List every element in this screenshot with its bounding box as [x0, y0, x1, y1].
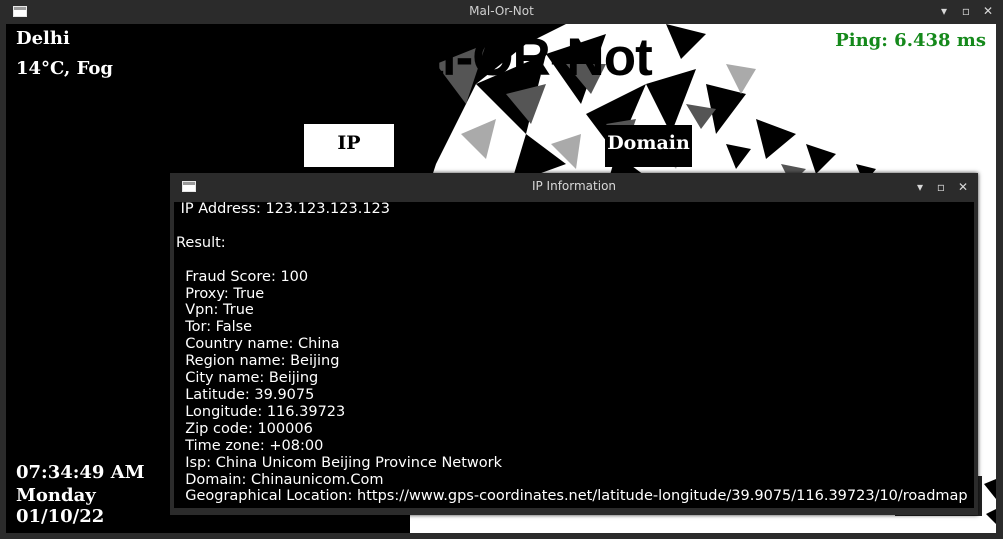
- result-line: Proxy: True: [176, 285, 265, 302]
- close-icon[interactable]: ✕: [981, 4, 995, 18]
- result-line: Longitude: 116.39723: [176, 403, 346, 420]
- dialog-titlebar: IP Information ▾ ▫ ✕: [170, 173, 978, 200]
- result-line: Fraud Score: 100: [176, 268, 309, 285]
- clock-date: 01/10/22: [16, 506, 105, 527]
- result-line: Isp: China Unicom Beijing Province Netwo…: [176, 454, 502, 471]
- result-line: Latitude: 39.9075: [176, 386, 315, 403]
- result-line: Domain: Chinaunicom.Com: [176, 471, 384, 488]
- ip-button[interactable]: IP: [304, 124, 394, 167]
- dialog-minimize-icon[interactable]: ▾: [913, 180, 927, 194]
- result-line: Geographical Location: https://www.gps-c…: [176, 488, 968, 505]
- main-titlebar: Mal-Or-Not ▾ ▫ ✕: [0, 0, 1003, 24]
- dialog-title: IP Information: [531, 179, 617, 193]
- weather-label: 14°C, Fog: [16, 58, 113, 79]
- result-line: City name: Beijing: [176, 370, 319, 387]
- result-line: Zip code: 100006: [176, 420, 313, 437]
- dialog-close-icon[interactable]: ✕: [956, 180, 970, 194]
- ip-information-dialog: IP Information ▾ ▫ ✕ IP Address: 123.123…: [170, 173, 978, 515]
- result-line: Country name: China: [176, 336, 340, 353]
- result-line: Region name: Beijing: [176, 353, 340, 370]
- result-line: Time zone: +08:00: [176, 437, 324, 454]
- result-line: IP Address: 123.123.123.123: [176, 202, 391, 217]
- clock-day: Monday: [16, 485, 96, 506]
- ping-label: Ping: 6.438 ms: [835, 30, 986, 51]
- result-line: Tor: False: [176, 319, 253, 336]
- result-line: Result:: [176, 234, 226, 251]
- location-label: Delhi: [16, 28, 70, 49]
- maximize-icon[interactable]: ▫: [959, 4, 973, 18]
- result-line: Vpn: True: [176, 302, 254, 319]
- app-heading: Mal-OR-Not: [370, 28, 652, 87]
- clock-time: 07:34:49 AM: [16, 462, 145, 483]
- minimize-icon[interactable]: ▾: [937, 4, 951, 18]
- ip-info-text-area[interactable]: IP Address: 123.123.123.123 Result: Frau…: [174, 202, 974, 508]
- dialog-maximize-icon[interactable]: ▫: [934, 180, 948, 194]
- main-window-title: Mal-Or-Not: [469, 4, 534, 18]
- dialog-window-icon: [182, 181, 196, 192]
- ip-info-result-text: IP Address: 123.123.123.123 Result: Frau…: [176, 202, 968, 505]
- domain-button[interactable]: Domain: [605, 125, 692, 167]
